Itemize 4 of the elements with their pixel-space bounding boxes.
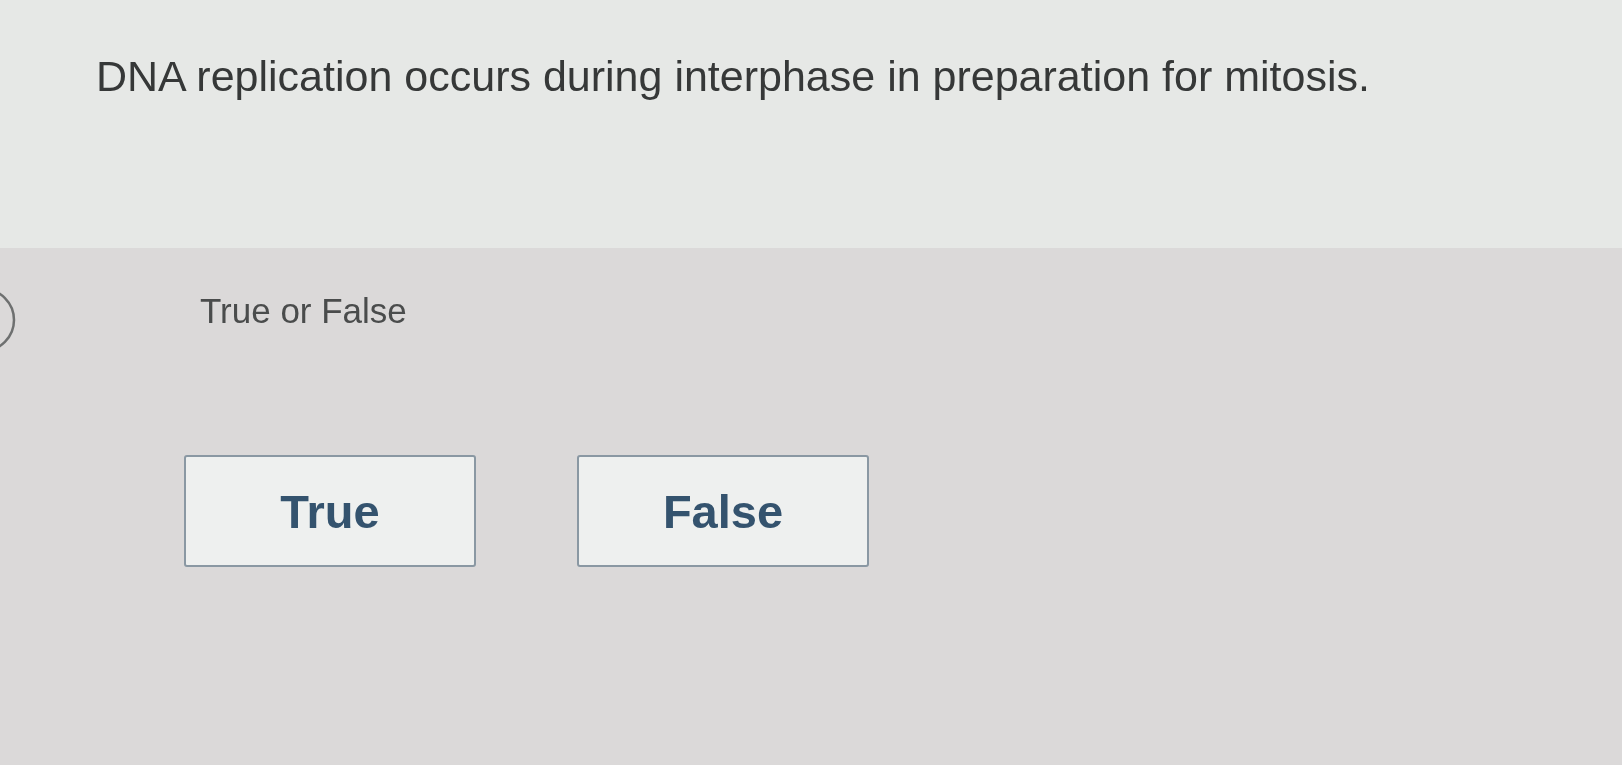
answer-option-button[interactable]: False	[577, 455, 869, 567]
question-text: DNA replication occurs during interphase in preparation for mitosis.	[96, 51, 1371, 101]
answer-option-button[interactable]: True	[184, 455, 476, 567]
instruction-text: True or False	[200, 290, 407, 332]
